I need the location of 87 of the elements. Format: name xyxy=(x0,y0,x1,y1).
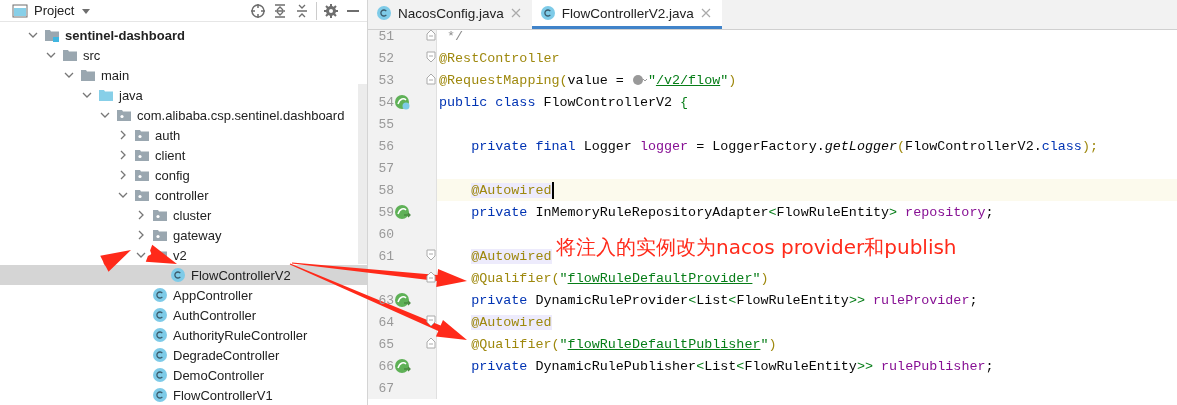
collapse-all-icon[interactable] xyxy=(294,2,310,19)
tree-item[interactable]: controller xyxy=(0,185,357,205)
line-number: 60 xyxy=(377,226,394,242)
project-window-icon xyxy=(12,2,28,19)
code-line: private InMemoryRuleRepositoryAdapter<FlowRuleEntity> repository; xyxy=(470,203,994,222)
class-icon xyxy=(170,267,186,283)
bean-gutter-icon[interactable] xyxy=(394,204,412,220)
tree-item[interactable]: com.alibaba.csp.sentinel.dashboard xyxy=(0,105,357,125)
tree-item[interactable]: sentinel-dashboard xyxy=(0,25,357,45)
line-number: 54 xyxy=(377,94,394,110)
line-number: 57 xyxy=(377,160,394,176)
code-line: @Qualifier("flowRuleDefaultPublisher") xyxy=(470,335,777,354)
tree-item[interactable]: DemoController xyxy=(0,365,357,385)
expand-all-icon[interactable] xyxy=(272,2,288,19)
tree-item[interactable]: DegradeController xyxy=(0,345,357,365)
globe-inlay-icon[interactable] xyxy=(631,73,648,87)
class-icon xyxy=(376,5,392,21)
line-number: 58 xyxy=(377,182,394,198)
settings-icon[interactable] xyxy=(323,2,339,19)
annotation-note: 将注入的实例改为nacos provider和publish xyxy=(556,234,957,261)
editor-tab[interactable]: FlowControllerV2.java xyxy=(531,0,722,29)
tree-item[interactable]: main xyxy=(0,65,357,85)
fold-marker-icon[interactable] xyxy=(426,249,436,261)
folder-icon xyxy=(80,67,96,83)
package-icon xyxy=(134,167,150,183)
code-line: @RequestMapping(value = "/v2/flow") xyxy=(438,71,737,90)
class-icon xyxy=(152,347,168,363)
code-line: @Qualifier("flowRuleDefaultProvider") xyxy=(470,269,769,288)
tree-item[interactable]: src xyxy=(0,45,357,65)
scrollbar[interactable] xyxy=(358,84,367,264)
code-line: private final Logger logger = LoggerFactory.getLogger(FlowControllerV2.class); xyxy=(470,137,1098,156)
class-icon xyxy=(152,327,168,343)
tree-item[interactable]: auth xyxy=(0,125,357,145)
line-number: 65 xyxy=(377,336,394,352)
folder-icon xyxy=(62,47,78,63)
tree-item[interactable]: FlowControllerV2 xyxy=(0,265,367,285)
code-line: @RestController xyxy=(438,49,560,68)
line-number: 55 xyxy=(377,116,394,132)
bean-gutter-icon[interactable] xyxy=(394,292,412,308)
annotation-arrow xyxy=(100,250,131,272)
line-number: 59 xyxy=(377,204,394,220)
line-number: 51 xyxy=(377,30,394,44)
close-icon[interactable] xyxy=(699,7,712,19)
module-folder-icon xyxy=(44,27,60,43)
package-icon xyxy=(116,107,132,123)
locate-target-icon[interactable] xyxy=(250,2,266,19)
bean-gutter-icon[interactable] xyxy=(394,358,412,374)
line-number: 53 xyxy=(377,72,394,88)
package-icon xyxy=(152,227,168,243)
class-icon xyxy=(539,5,556,21)
line-number: 52 xyxy=(377,50,394,66)
fold-marker-icon[interactable] xyxy=(426,51,436,63)
class-icon xyxy=(152,387,168,403)
code-line: public class FlowControllerV2 { xyxy=(438,93,689,112)
fold-marker-icon[interactable] xyxy=(426,315,436,327)
tree-item[interactable]: cluster xyxy=(0,205,357,225)
tree-item[interactable]: client xyxy=(0,145,357,165)
line-number: 66 xyxy=(377,358,394,374)
class-icon xyxy=(152,307,168,323)
fold-marker-icon[interactable] xyxy=(426,73,436,85)
tree-item[interactable]: FlowControllerV1 xyxy=(0,385,357,405)
package-icon xyxy=(134,187,150,203)
class-icon xyxy=(152,367,168,383)
package-icon xyxy=(134,147,150,163)
panel-title[interactable]: Project xyxy=(34,3,75,18)
line-number: 64 xyxy=(377,314,394,330)
line-number: 67 xyxy=(377,380,394,396)
bean-gutter-icon[interactable] xyxy=(394,94,412,110)
code-line: private DynamicRulePublisher<List<FlowRuleEntity>> rulePublisher; xyxy=(470,357,994,376)
line-number: 56 xyxy=(377,138,394,154)
fold-marker-icon[interactable] xyxy=(426,337,436,349)
code-line: private DynamicRuleProvider<List<FlowRuleEntity>> ruleProvider; xyxy=(470,291,978,310)
fold-marker-icon[interactable] xyxy=(426,271,436,283)
fold-marker-icon[interactable] xyxy=(426,30,436,41)
tree-item[interactable]: java xyxy=(0,85,357,105)
tree-item[interactable]: AppController xyxy=(0,285,357,305)
code-line: */ xyxy=(446,30,464,46)
folder-icon xyxy=(98,87,114,103)
tree-item[interactable]: AuthController xyxy=(0,305,357,325)
tree-item[interactable]: gateway xyxy=(0,225,357,245)
package-icon xyxy=(152,207,168,223)
tree-item[interactable]: config xyxy=(0,165,357,185)
editor-tab[interactable]: NacosConfig.java xyxy=(368,0,532,29)
line-number: 61 xyxy=(377,248,394,264)
class-icon xyxy=(152,287,168,303)
tree-item[interactable]: AuthorityRuleController xyxy=(0,325,357,345)
package-icon xyxy=(134,127,150,143)
